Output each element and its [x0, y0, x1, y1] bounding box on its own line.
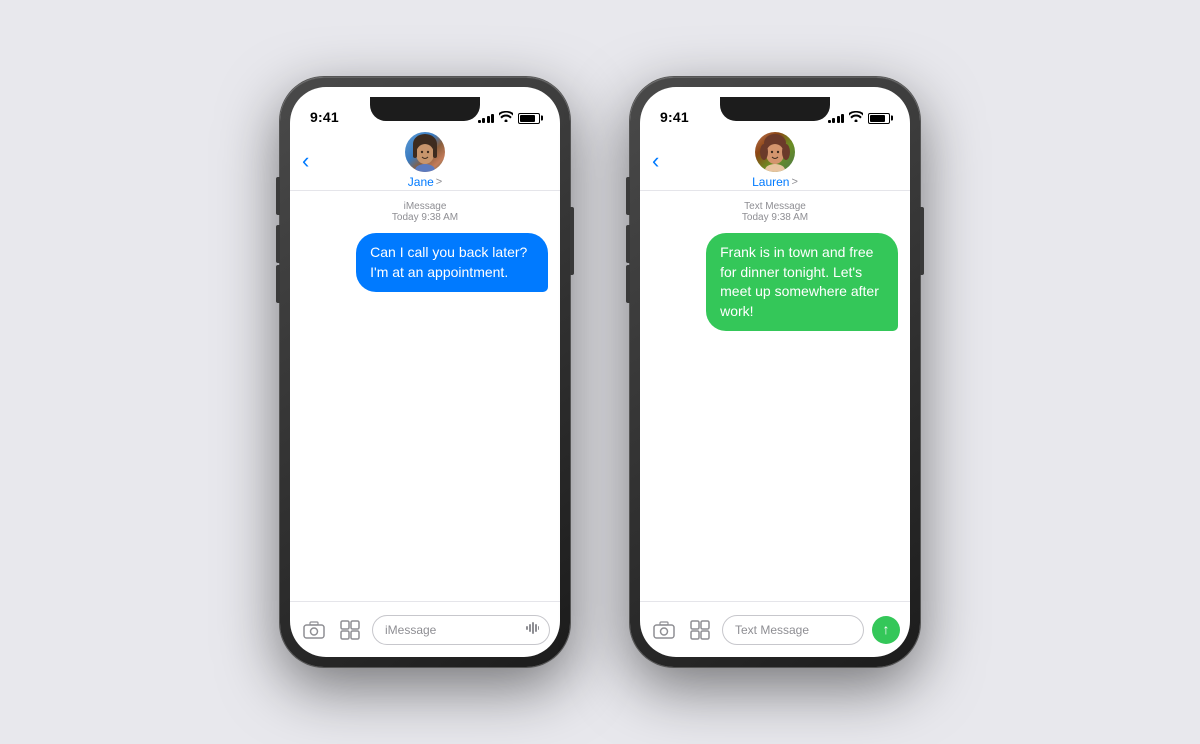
- status-time-left: 9:41: [310, 109, 339, 125]
- signal-bar-r2: [832, 118, 835, 123]
- appstore-button-right[interactable]: [686, 616, 714, 644]
- signal-bar-3: [487, 116, 490, 123]
- status-icons-right: [828, 111, 891, 125]
- camera-button-left[interactable]: [300, 616, 328, 644]
- signal-bars-left: [478, 114, 495, 123]
- nav-bar-right: ‹: [640, 131, 910, 191]
- message-bubble-wrapper-right: Frank is in town and free for dinner ton…: [652, 233, 898, 331]
- audio-button-left[interactable]: [525, 621, 539, 638]
- input-area-right: Text Message ↑: [640, 601, 910, 657]
- battery-fill-left: [520, 115, 535, 122]
- message-date-left: Today 9:38 AM: [392, 212, 458, 223]
- message-timestamp-left: iMessage Today 9:38 AM: [302, 201, 548, 223]
- message-date-right: Today 9:38 AM: [742, 212, 808, 223]
- contact-avatar-left[interactable]: [405, 132, 445, 172]
- signal-bar-2: [482, 118, 485, 123]
- back-button-left[interactable]: ‹: [302, 148, 309, 174]
- message-bubble-wrapper-left: Can I call you back later? I'm at an app…: [302, 233, 548, 292]
- appstore-button-left[interactable]: [336, 616, 364, 644]
- signal-bar-r3: [837, 116, 840, 123]
- input-placeholder-left: iMessage: [385, 623, 436, 637]
- signal-bars-right: [828, 114, 845, 123]
- status-time-right: 9:41: [660, 109, 689, 125]
- signal-bar-4: [491, 114, 494, 123]
- message-type-left: iMessage: [302, 201, 548, 212]
- phone-screen-left: 9:41 ‹: [290, 87, 560, 657]
- wifi-icon-right: [849, 111, 863, 125]
- battery-icon-left: [518, 113, 540, 124]
- contact-name-left[interactable]: Jane >: [408, 175, 442, 189]
- message-text-right: Frank is in town and free for dinner ton…: [720, 244, 879, 319]
- chevron-right-right: >: [791, 176, 797, 188]
- messages-area-right: Text Message Today 9:38 AM Frank is in t…: [640, 191, 910, 601]
- notch-left: [370, 97, 480, 121]
- phone-right: 9:41 ‹: [630, 77, 920, 667]
- send-arrow-icon: ↑: [883, 622, 890, 636]
- signal-bar-1: [478, 120, 481, 123]
- messages-area-left: iMessage Today 9:38 AM Can I call you ba…: [290, 191, 560, 601]
- battery-fill-right: [870, 115, 885, 122]
- chevron-right-left: >: [436, 176, 442, 188]
- wifi-icon-left: [499, 111, 513, 125]
- contact-avatar-right[interactable]: [755, 132, 795, 172]
- battery-icon-right: [868, 113, 890, 124]
- message-input-left[interactable]: iMessage: [372, 615, 550, 645]
- send-button-right[interactable]: ↑: [872, 616, 900, 644]
- signal-bar-r1: [828, 120, 831, 123]
- back-button-right[interactable]: ‹: [652, 148, 659, 174]
- phone-left: 9:41 ‹: [280, 77, 570, 667]
- message-input-right[interactable]: Text Message: [722, 615, 864, 645]
- message-bubble-right: Frank is in town and free for dinner ton…: [706, 233, 898, 331]
- input-placeholder-right: Text Message: [735, 623, 809, 637]
- message-timestamp-right: Text Message Today 9:38 AM: [652, 201, 898, 223]
- phone-screen-right: 9:41 ‹: [640, 87, 910, 657]
- signal-bar-r4: [841, 114, 844, 123]
- notch-right: [720, 97, 830, 121]
- contact-name-right[interactable]: Lauren >: [752, 175, 798, 189]
- status-icons-left: [478, 111, 541, 125]
- contact-name-text-left: Jane: [408, 175, 434, 189]
- nav-bar-left: ‹: [290, 131, 560, 191]
- message-bubble-left: Can I call you back later? I'm at an app…: [356, 233, 548, 292]
- input-area-left: iMessage: [290, 601, 560, 657]
- message-text-left: Can I call you back later? I'm at an app…: [370, 244, 527, 280]
- message-type-right: Text Message: [652, 201, 898, 212]
- contact-name-text-right: Lauren: [752, 175, 789, 189]
- camera-button-right[interactable]: [650, 616, 678, 644]
